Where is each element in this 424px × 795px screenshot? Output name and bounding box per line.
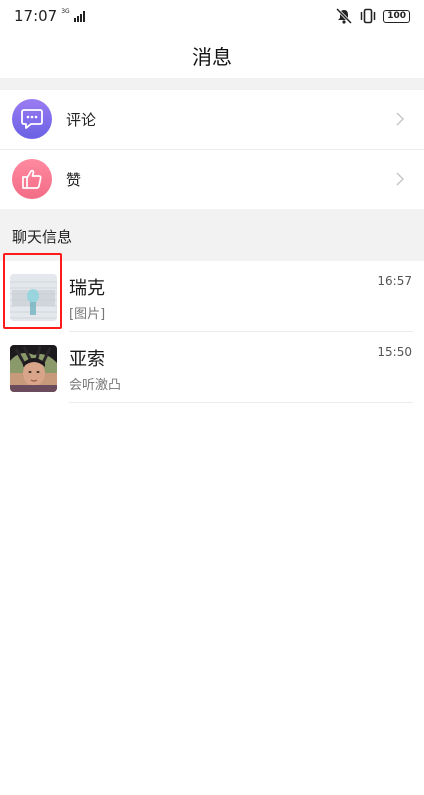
chat-item-yasuo[interactable]: 亚索 会听激凸 15:50 (0, 332, 424, 402)
top-separator (0, 78, 424, 90)
likes-row[interactable]: 赞 (0, 150, 424, 208)
chat-item-rick[interactable]: 瑞克 [图片] 16:57 (0, 261, 424, 331)
chat-divider (69, 402, 413, 403)
chevron-right-icon (396, 172, 404, 186)
thumbs-up-icon (12, 159, 52, 199)
chat-section-header: 聊天信息 (0, 209, 424, 261)
photo-avatar (10, 345, 57, 392)
chat-time: 16:57 (377, 274, 412, 288)
battery-icon: 100 (383, 9, 410, 23)
chevron-right-icon (396, 112, 404, 126)
comments-row[interactable]: 评论 (0, 90, 424, 148)
chat-preview: 会听激凸 (69, 378, 122, 393)
status-right: 100 (335, 8, 410, 24)
status-bar: 17:07 3G 100 (0, 0, 424, 32)
chat-section-title: 聊天信息 (12, 228, 73, 246)
page-title: 消息 (192, 44, 232, 69)
network-type-label: 3G (61, 7, 70, 15)
vibrate-icon (360, 8, 376, 24)
likes-label: 赞 (66, 171, 82, 189)
comments-label: 评论 (66, 111, 97, 129)
chat-preview: [图片] (69, 307, 106, 322)
signal-icon (73, 10, 85, 22)
mute-icon (336, 8, 353, 24)
chat-name: 瑞克 (69, 278, 105, 299)
status-left: 17:07 3G (14, 7, 85, 25)
messages-screen: 17:07 3G 100 消息 评论 赞 聊天信息 瑞克 [图片] 16:57 … (0, 0, 424, 795)
header: 消息 (0, 32, 424, 78)
chat-name: 亚索 (69, 349, 105, 370)
chat-time: 15:50 (377, 345, 412, 359)
status-time: 17:07 (14, 7, 58, 25)
comment-icon (12, 99, 52, 139)
highlight-box (3, 253, 62, 329)
